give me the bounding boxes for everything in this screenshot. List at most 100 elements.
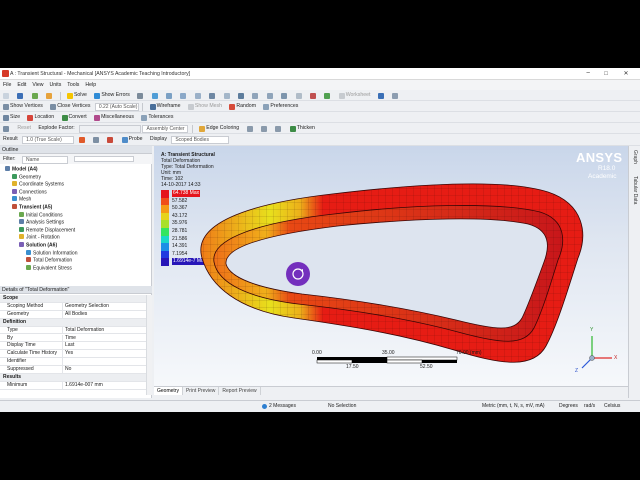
box-zoom-icon[interactable]	[192, 90, 205, 100]
outline-item[interactable]: Solution Information	[26, 249, 77, 258]
previous-view-icon[interactable]	[249, 90, 262, 100]
explode-factor-slider[interactable]	[79, 124, 142, 133]
outline-item[interactable]: Analysis Settings	[19, 219, 64, 227]
outline-item[interactable]: Transient (A5)	[12, 204, 52, 212]
details-row[interactable]: By Time	[0, 334, 146, 343]
legend-icon[interactable]	[307, 90, 320, 100]
coordinate-triad[interactable]	[581, 336, 612, 369]
help-icon[interactable]	[375, 90, 388, 100]
status-units[interactable]: Metric (mm, t, N, s, mV, mA)	[482, 401, 545, 412]
new-icon[interactable]	[0, 90, 13, 100]
filter-select[interactable]: Name	[22, 155, 68, 164]
status-angle-units[interactable]: Degrees	[559, 401, 578, 412]
edge-width-icon[interactable]	[258, 123, 271, 133]
outline-item[interactable]: Solution (A6)	[19, 242, 57, 250]
outline-item[interactable]: Connections	[12, 188, 47, 197]
menu-edit[interactable]: Edit	[14, 80, 29, 90]
size-button[interactable]: Size	[0, 112, 23, 122]
details-scrollbar[interactable]	[146, 295, 152, 395]
show-mesh-button[interactable]: Show Mesh	[185, 101, 225, 111]
details-value[interactable]: Geometry Selection	[65, 303, 145, 310]
tolerances-button[interactable]: Tolerances	[138, 112, 176, 122]
select-mode-icon[interactable]	[0, 123, 13, 133]
auto-scale-select[interactable]: 0.22 (Auto Scale)	[94, 102, 139, 111]
convert-button[interactable]: Convert	[59, 112, 90, 122]
menu-tools[interactable]: Tools	[64, 80, 82, 90]
outline-item[interactable]: Coordinate Systems	[12, 181, 64, 189]
show-errors-button[interactable]: Show Errors	[91, 90, 133, 100]
menu-help[interactable]: Help	[82, 80, 99, 90]
iso-view-icon[interactable]	[206, 90, 219, 100]
details-value[interactable]: Time	[65, 335, 145, 342]
outline-item[interactable]: Joint - Rotation	[19, 234, 60, 242]
wireframe-button[interactable]: Wireframe	[147, 101, 184, 111]
menu-units[interactable]: Units	[46, 80, 64, 90]
thicken-button[interactable]: Thicken	[287, 123, 318, 133]
miscellaneous-button[interactable]: Miscellaneous	[91, 112, 137, 122]
rotation-marker[interactable]	[286, 262, 310, 286]
minimize-button[interactable]: −	[580, 69, 596, 79]
details-row[interactable]: Minimum 1.6914e-007 mm	[0, 381, 146, 390]
graphics-viewport[interactable]: A: Transient Structural Total Deformatio…	[154, 146, 628, 386]
show-vertices-button[interactable]: Show Vertices	[0, 101, 46, 111]
outline-item[interactable]: Geometry	[12, 173, 41, 182]
details-row[interactable]: Geometry All Bodies	[0, 310, 146, 319]
edge-coloring-button[interactable]: Edge Coloring	[196, 123, 242, 133]
details-row[interactable]: Type Total Deformation	[0, 326, 146, 335]
outline-item[interactable]: Remote Displacement	[19, 226, 75, 235]
tab-graph[interactable]: Graph	[632, 150, 638, 164]
details-value[interactable]	[65, 358, 145, 365]
details-value[interactable]: Last	[65, 342, 145, 349]
status-temp-units[interactable]: Celsius	[604, 401, 620, 412]
fit-icon[interactable]	[177, 90, 190, 100]
edge-style-icon[interactable]	[244, 123, 257, 133]
rotate-icon[interactable]	[149, 90, 162, 100]
display-select[interactable]: Scoped Bodies	[171, 135, 230, 144]
details-value[interactable]: Yes	[65, 350, 145, 357]
details-section[interactable]: Results	[0, 374, 146, 382]
zoom-icon[interactable]	[134, 90, 147, 100]
filter-search-input[interactable]	[74, 156, 134, 162]
edge-shade-icon[interactable]	[272, 123, 285, 133]
tab-tabular-data[interactable]: Tabular Data	[632, 176, 638, 204]
result-scale-select[interactable]: 1.0 (True Scale)	[22, 135, 75, 144]
tab-geometry[interactable]: Geometry	[154, 387, 183, 395]
view-icon[interactable]	[221, 90, 234, 100]
solve-button[interactable]: Solve	[64, 90, 90, 100]
outline-item[interactable]: Model (A4)	[5, 166, 38, 174]
details-section[interactable]: Scope	[0, 295, 146, 303]
details-row[interactable]: Identifier	[0, 358, 146, 367]
max-min-icon[interactable]	[104, 134, 117, 145]
select-icon[interactable]	[43, 90, 56, 100]
location-button[interactable]: Location	[24, 112, 57, 122]
undo-icon[interactable]	[29, 90, 42, 100]
details-value[interactable]: 1.6914e-007 mm	[65, 382, 145, 389]
menu-view[interactable]: View	[29, 80, 46, 90]
triad-icon[interactable]	[321, 90, 334, 100]
details-row[interactable]: Display Time Last	[0, 342, 146, 351]
pan-icon[interactable]	[163, 90, 176, 100]
details-value[interactable]: No	[65, 366, 145, 373]
assembly-center-select[interactable]: Assembly Center	[142, 124, 189, 133]
details-section[interactable]: Definition	[0, 318, 146, 327]
outline-item[interactable]: Total Deformation	[26, 257, 72, 265]
ruler-icon[interactable]	[293, 90, 306, 100]
close-button[interactable]: ✕	[618, 69, 634, 79]
menu-file[interactable]: File	[0, 80, 14, 90]
details-row[interactable]: Calculate Time History Yes	[0, 350, 146, 359]
tab-report-preview[interactable]: Report Preview	[219, 387, 261, 395]
look-at-icon[interactable]	[235, 90, 248, 100]
details-value[interactable]: All Bodies	[65, 311, 145, 318]
close-vertices-button[interactable]: Close Vertices	[47, 101, 93, 111]
tab-print-preview[interactable]: Print Preview	[183, 387, 220, 395]
maximize-button[interactable]: □	[598, 69, 614, 79]
outline-item[interactable]: Equivalent Stress	[26, 264, 72, 273]
preferences-button[interactable]: Preferences	[260, 101, 301, 111]
edges-icon[interactable]	[90, 134, 103, 145]
outline-item[interactable]: Initial Conditions	[19, 211, 63, 220]
random-button[interactable]: Random	[226, 101, 259, 111]
reset-button[interactable]: Reset	[14, 123, 34, 133]
outline-item[interactable]: Mesh	[12, 196, 31, 204]
details-row[interactable]: Scoping Method Geometry Selection	[0, 302, 146, 311]
status-messages[interactable]: 2 Messages	[269, 401, 296, 412]
